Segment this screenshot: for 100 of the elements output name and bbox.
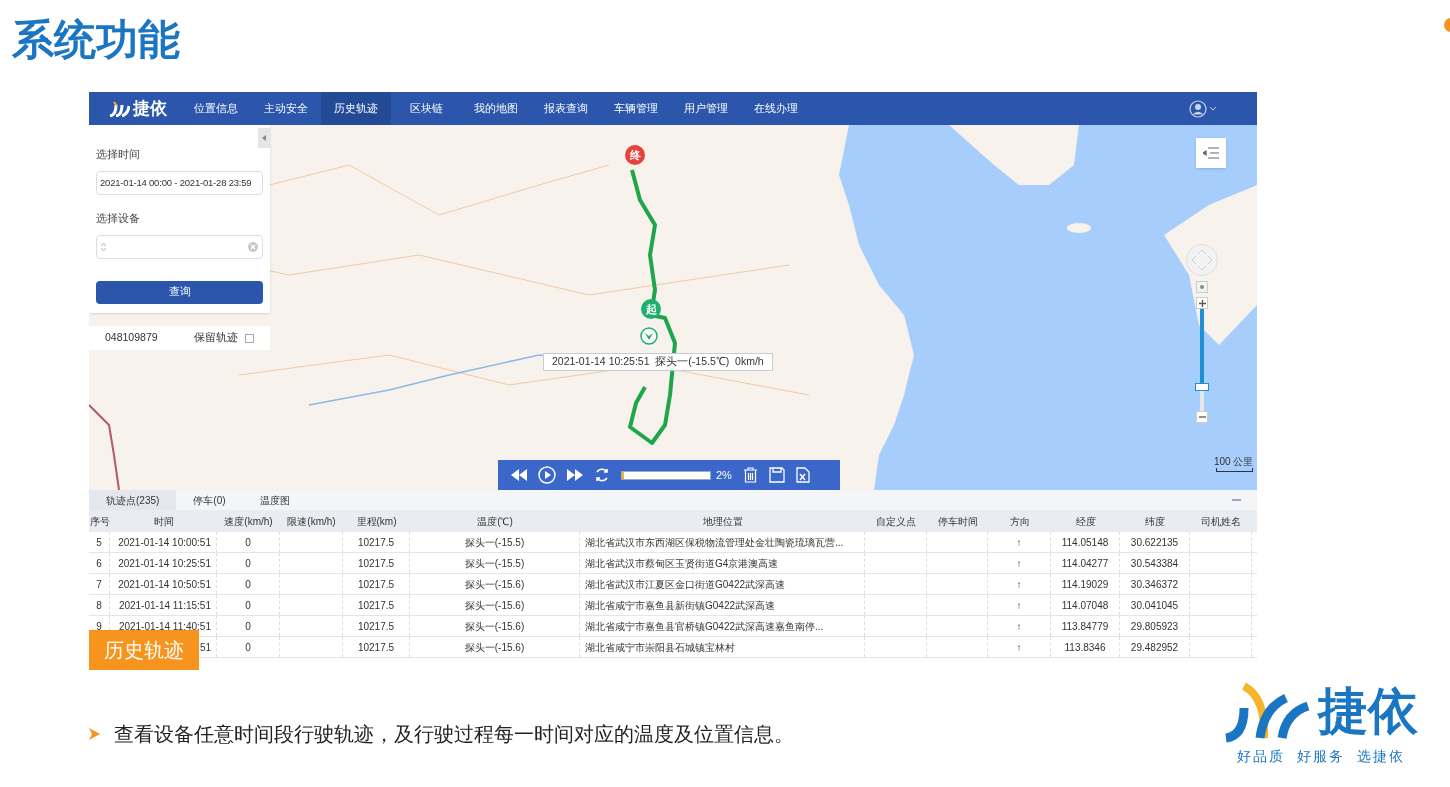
user-avatar-icon[interactable] <box>1189 99 1207 118</box>
nav-tab[interactable]: 用户管理 <box>671 92 741 125</box>
keep-track-label: 保留轨迹 <box>194 330 238 346</box>
nav-tab[interactable]: 位置信息 <box>181 92 251 125</box>
column-header: 里程(km) <box>355 514 398 529</box>
table-cell-text: ↑ <box>1016 619 1022 634</box>
collapse-arrow-icon <box>262 135 266 141</box>
table-cell-text: 30.041045 <box>1130 598 1179 613</box>
table-cell-text: 0 <box>245 598 251 613</box>
column-header: 温度(℃) <box>476 514 514 529</box>
column-header: 限速(km/h) <box>286 514 337 529</box>
trash-icon[interactable] <box>742 467 758 483</box>
save-icon[interactable] <box>768 467 785 483</box>
table-cell-text: 0 <box>245 535 251 550</box>
field-label: 选择设备 <box>96 210 141 226</box>
table-cell-text: 湖北省武汉市蔡甸区玉贤街道G4京港澳高速 <box>585 556 779 571</box>
table-cell-text: 6 <box>96 556 102 571</box>
column-header: 序号 <box>89 514 110 529</box>
nav-tab[interactable]: 历史轨迹 <box>321 92 391 125</box>
table-cell-text: 湖北省咸宁市嘉鱼县新街镇G0422武深高速 <box>585 598 776 613</box>
table-cell-text: ↑ <box>1016 556 1022 571</box>
table-cell-text: 湖北省咸宁市嘉鱼县官桥镇G0422武深高速嘉鱼南停... <box>585 619 824 634</box>
layers-button[interactable] <box>1196 138 1226 168</box>
table-cell-text: 探头一(-15.6) <box>464 640 525 655</box>
slide-title: 系统功能 <box>12 15 180 65</box>
column-header: 速度(km/h) <box>223 514 274 529</box>
table-cell-text: 113.8346 <box>1064 640 1106 655</box>
column-header: 地理位置 <box>701 514 744 529</box>
table-cell-text: 0 <box>245 556 251 571</box>
table-cell-text: 湖北省武汉市东西湖区保税物流管理处金壮陶瓷琉璃瓦营... <box>585 535 844 550</box>
nav-tab[interactable]: 车辆管理 <box>601 92 671 125</box>
zoom-track[interactable] <box>1200 309 1204 411</box>
logo-text: 捷依 <box>133 97 167 120</box>
refresh-icon[interactable] <box>594 467 610 483</box>
table-cell-text: 探头一(-15.5) <box>464 535 525 550</box>
chevron-icon[interactable] <box>640 327 658 345</box>
play-icon[interactable] <box>538 466 556 484</box>
table-cell-text: 30.346372 <box>1130 577 1179 592</box>
table-tab[interactable]: 温度图 <box>242 490 307 510</box>
time-range-field[interactable]: 2021-01-14 00:00 - 2021-01-28 23:59 <box>96 170 263 195</box>
field-label: 选择时间 <box>96 147 141 162</box>
table-cell-text: 2021-01-14 10:25:51 <box>118 556 211 571</box>
nav-tab[interactable]: 主动安全 <box>251 92 321 125</box>
collapse-tab[interactable] <box>258 128 270 148</box>
table-cell-text: 10217.5 <box>357 619 395 634</box>
table-cell-text: ↑ <box>1016 598 1022 613</box>
table-cell-text: 探头一(-15.6) <box>464 619 525 634</box>
table-cell-text: 29.482952 <box>1130 640 1179 655</box>
table-tab[interactable]: 停车(0) <box>176 490 243 510</box>
table-cell-text: 探头一(-15.5) <box>464 556 525 571</box>
spinner-arrows-icon <box>101 241 106 252</box>
column-header: 停车时间 <box>936 514 979 529</box>
column-header: 经度 <box>1074 514 1097 529</box>
fast-forward-icon[interactable] <box>567 469 583 481</box>
table-cell-text: 2021-01-14 11:15:51 <box>118 598 211 613</box>
table-cell-text: 0 <box>245 619 251 634</box>
nav-tab[interactable]: 在线办理 <box>741 92 811 125</box>
column-header: 自定义点 <box>875 514 917 529</box>
bullet-arrow-icon <box>89 728 100 740</box>
bullet-text: 查看设备任意时间段行驶轨迹，及行驶过程每一时间对应的温度及位置信息。 <box>114 722 794 747</box>
table-cell-text: ↑ <box>1016 640 1022 655</box>
nav-tab[interactable]: 区块链 <box>391 92 461 125</box>
nav-tab[interactable]: 报表查询 <box>531 92 601 125</box>
table-cell-text: 114.19029 <box>1061 577 1109 592</box>
section-badge: 历史轨迹 <box>89 630 199 670</box>
table-cell-text: 30.622135 <box>1130 535 1179 550</box>
table-cell-text: 湖北省武汉市江夏区金口街道G0422武深高速 <box>585 577 786 592</box>
plus-icon <box>1198 299 1206 307</box>
nav-tab[interactable]: 我的地图 <box>461 92 531 125</box>
table-cell-text: 0 <box>245 577 251 592</box>
zoom-handle[interactable] <box>1195 382 1209 391</box>
table-tab[interactable]: 轨迹点(235) <box>89 490 177 510</box>
logo-text: 捷依 <box>1318 686 1418 736</box>
keep-track-checkbox[interactable] <box>245 333 254 343</box>
column-header: 时间 <box>152 514 175 529</box>
table-cell-text: 113.84779 <box>1061 619 1109 634</box>
table-cell-text: 2021-01-14 10:00:51 <box>118 535 211 550</box>
table-cell-text: 10217.5 <box>357 535 395 550</box>
progress-percent: 2% <box>716 467 732 483</box>
device-row[interactable]: 048109879 保留轨迹 <box>89 326 270 350</box>
zoom-in-button[interactable] <box>1196 297 1208 309</box>
rewind-icon[interactable] <box>511 469 527 481</box>
table-cell-text: 29.805923 <box>1130 619 1179 634</box>
table-cell-text: ↑ <box>1016 577 1022 592</box>
map-tooltip: 2021-01-14 10:25:51 探头一(-15.5℃) 0km/h <box>543 353 773 371</box>
progress-track[interactable] <box>621 470 711 480</box>
zoom-out-button[interactable] <box>1196 411 1208 423</box>
scale-label: 100 公里 <box>1214 456 1254 468</box>
excel-file-icon[interactable] <box>795 467 810 483</box>
locate-button[interactable] <box>1196 281 1208 293</box>
table-cell-text: 7 <box>96 577 102 592</box>
caret-icon[interactable] <box>1209 105 1217 112</box>
query-button[interactable]: 查询 <box>96 280 263 304</box>
table-cell-text: 湖北省咸宁市崇阳县石城镇宝林村 <box>585 640 735 655</box>
table-cell-text: 10217.5 <box>357 598 395 613</box>
table-cell-text: 2021-01-14 10:50:51 <box>118 577 211 592</box>
table-cell-text: 51 <box>199 640 211 655</box>
logo-slogan: 好品质 好服务 选捷依 <box>1237 747 1405 766</box>
table-cell-text: 5 <box>96 535 102 550</box>
table-cell-text: 10217.5 <box>357 556 395 571</box>
